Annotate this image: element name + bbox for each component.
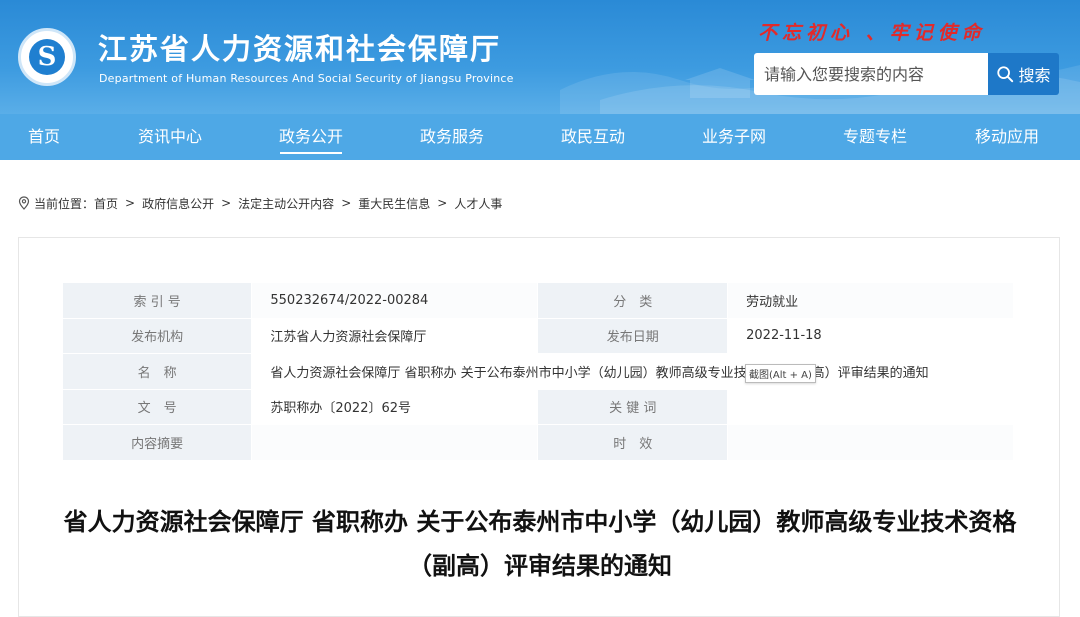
site-title: 江苏省人力资源和社会保障厅: [98, 32, 502, 66]
nav-item-home[interactable]: 首页: [0, 114, 88, 160]
site-header: S 江苏省人力资源和社会保障厅 Department of Human Reso…: [0, 0, 1080, 114]
article-title: 省人力资源社会保障厅 省职称办 关于公布泰州市中小学（幼儿园）教师高级专业技术资…: [63, 508, 1017, 580]
validity-label: 时 效: [537, 424, 729, 461]
breadcrumb-talent[interactable]: 人才人事: [454, 195, 502, 212]
nav-item-news[interactable]: 资讯中心: [88, 114, 252, 160]
index-value: 550232674/2022-00284: [251, 282, 539, 319]
category-value: 劳动就业: [727, 282, 1014, 319]
site-logo[interactable]: S: [18, 28, 76, 86]
publisher-value: 江苏省人力资源社会保障厅: [251, 317, 539, 354]
hrss-logo-icon: S: [29, 39, 65, 75]
nav-item-gov-services[interactable]: 政务服务: [370, 114, 534, 160]
breadcrumb-prefix: 当前位置：: [34, 196, 95, 211]
nav-item-interaction[interactable]: 政民互动: [534, 114, 652, 160]
breadcrumb-separator: >: [437, 196, 448, 210]
breadcrumb-livelihood[interactable]: 重大民生信息: [358, 195, 430, 212]
meta-row: 发布机构 江苏省人力资源社会保障厅 发布日期 2022-11-18: [61, 317, 1014, 354]
search-button-label: 搜索: [1018, 66, 1051, 85]
breadcrumb-home[interactable]: 首页: [94, 195, 118, 212]
category-label: 分 类: [537, 282, 729, 319]
name-value: 省人力资源社会保障厅 省职称办 关于公布泰州市中小学（幼儿园）教师高级专业技术资…: [251, 353, 1014, 390]
breadcrumb-separator: >: [221, 196, 232, 210]
search-button[interactable]: 搜索: [988, 53, 1059, 95]
nav-item-subsites[interactable]: 业务子网: [652, 114, 816, 160]
keywords-value: [727, 388, 1014, 425]
summary-value: [251, 424, 539, 461]
breadcrumb-gov-info[interactable]: 政府信息公开: [142, 195, 214, 212]
slogan: 不忘初心 、牢记使命: [758, 22, 986, 44]
search-icon: [997, 66, 1014, 83]
publisher-label: 发布机构: [61, 317, 253, 354]
breadcrumb-separator: >: [341, 196, 352, 210]
docno-value: 苏职称办〔2022〕62号: [251, 388, 539, 425]
meta-row: 索 引 号 550232674/2022-00284 分 类 劳动就业: [61, 282, 1014, 319]
screenshot-tooltip: 截图(Alt + A): [745, 364, 816, 383]
nav-item-topics[interactable]: 专题专栏: [816, 114, 934, 160]
main-nav: 首页 资讯中心 政务公开 政务服务 政民互动 业务子网 专题专栏 移动应用: [0, 114, 1080, 160]
breadcrumb: 当前位置： 首页 > 政府信息公开 > 法定主动公开内容 > 重大民生信息 > …: [18, 194, 502, 212]
date-label: 发布日期: [537, 317, 729, 354]
validity-value: [727, 424, 1014, 461]
meta-row: 内容摘要 时 效: [61, 424, 1014, 461]
name-label: 名 称: [61, 353, 253, 390]
nav-item-mobile[interactable]: 移动应用: [934, 114, 1080, 160]
keywords-label: 关 键 词: [537, 388, 729, 425]
meta-row: 文 号 苏职称办〔2022〕62号 关 键 词: [61, 388, 1014, 425]
index-label: 索 引 号: [61, 282, 253, 319]
meta-row: 名 称 省人力资源社会保障厅 省职称办 关于公布泰州市中小学（幼儿园）教师高级专…: [61, 353, 1014, 390]
breadcrumb-statutory[interactable]: 法定主动公开内容: [238, 195, 334, 212]
nav-item-gov-info[interactable]: 政务公开: [252, 114, 370, 160]
location-pin-icon: [18, 196, 30, 210]
search-input[interactable]: [754, 53, 988, 95]
breadcrumb-separator: >: [125, 196, 136, 210]
document-metadata-table: 索 引 号 550232674/2022-00284 分 类 劳动就业 发布机构…: [61, 282, 1014, 461]
date-value: 2022-11-18: [727, 317, 1014, 354]
summary-label: 内容摘要: [61, 424, 253, 461]
docno-label: 文 号: [61, 388, 253, 425]
site-subtitle: Department of Human Resources And Social…: [99, 72, 514, 85]
